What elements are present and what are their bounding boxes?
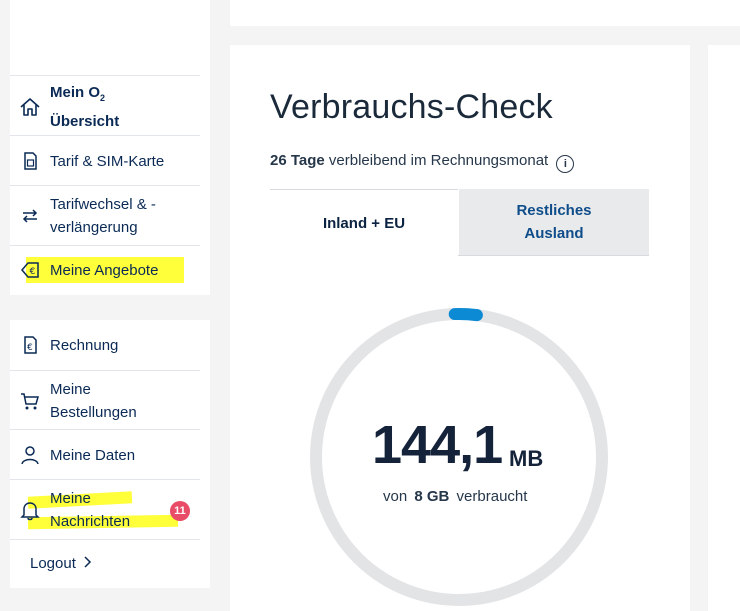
remaining-days-count: 26 Tage: [270, 152, 325, 169]
sidebar-item-tarifwechsel[interactable]: Tarifwechsel & - verlängerung: [10, 192, 200, 240]
swap-arrows-icon: [10, 201, 50, 231]
sidebar-item-label: Rechnung: [50, 336, 119, 354]
sidebar-item-label: Mein O2 Übersicht: [50, 84, 120, 130]
sidebar-item-label: Meine Nachrichten: [50, 490, 131, 530]
usage-subtext: von 8 GB verbraucht: [383, 488, 528, 505]
sidebar-item-label: Tarifwechsel & - verlängerung: [50, 196, 156, 236]
info-icon[interactable]: i: [556, 155, 575, 173]
euro-tag-icon: €: [10, 255, 50, 285]
divider: [10, 185, 200, 186]
top-panel: [230, 0, 740, 26]
svg-text:€: €: [27, 343, 33, 353]
sidebar-item-tarif[interactable]: Tarif & SIM-Karte: [10, 146, 200, 176]
tab-restliches-ausland[interactable]: Restliches Ausland: [459, 189, 649, 256]
usage-value: 144,1: [372, 415, 503, 475]
sidebar-item-rechnung[interactable]: € Rechnung: [10, 330, 200, 360]
tab-inland-eu[interactable]: Inland + EU: [270, 189, 458, 258]
sidebar-item-label: Meine Angebote: [50, 261, 159, 279]
sidebar-item-label: Tarif & SIM-Karte: [50, 152, 165, 170]
gauge-fill: [448, 308, 483, 322]
divider: [10, 245, 200, 246]
logout-label: Logout: [30, 555, 76, 572]
divider: [10, 370, 200, 371]
right-panel: [708, 45, 740, 611]
cart-icon: [10, 386, 50, 416]
sidebar-item-bestellungen[interactable]: Meine Bestellungen: [10, 377, 200, 425]
tab-label: Inland + EU: [322, 214, 406, 232]
remaining-days-text: verbleibend im Rechnungsmonat: [328, 152, 549, 169]
divider: [458, 255, 649, 256]
sidebar-item-daten[interactable]: Meine Daten: [10, 440, 200, 470]
bell-icon: [10, 495, 50, 525]
notification-badge: 11: [170, 501, 190, 521]
tab-label: Restliches Ausland: [516, 202, 592, 242]
usage-unit: MB: [509, 446, 544, 471]
sidebar-item-angebote[interactable]: € Meine Angebote: [10, 255, 200, 285]
divider: [10, 479, 200, 480]
sidebar-item-label: Meine Daten: [50, 446, 136, 464]
home-icon: [10, 92, 50, 122]
user-icon: [10, 440, 50, 470]
sim-card-icon: [10, 146, 50, 176]
divider: [10, 539, 200, 540]
svg-text:€: €: [30, 267, 36, 277]
sidebar-item-label: Meine Bestellungen: [50, 381, 137, 421]
invoice-icon: €: [10, 330, 50, 360]
sidebar-item-overview[interactable]: Mein O2 Übersicht: [10, 83, 200, 131]
page-title: Verbrauchs-Check: [270, 88, 553, 126]
divider: [10, 135, 200, 136]
chevron-right-icon: [84, 555, 92, 572]
logout-link[interactable]: Logout: [30, 555, 92, 572]
remaining-days: 26 Tage verbleibend im Rechnungsmonat i: [270, 152, 575, 173]
divider: [10, 429, 200, 430]
divider: [10, 75, 200, 76]
